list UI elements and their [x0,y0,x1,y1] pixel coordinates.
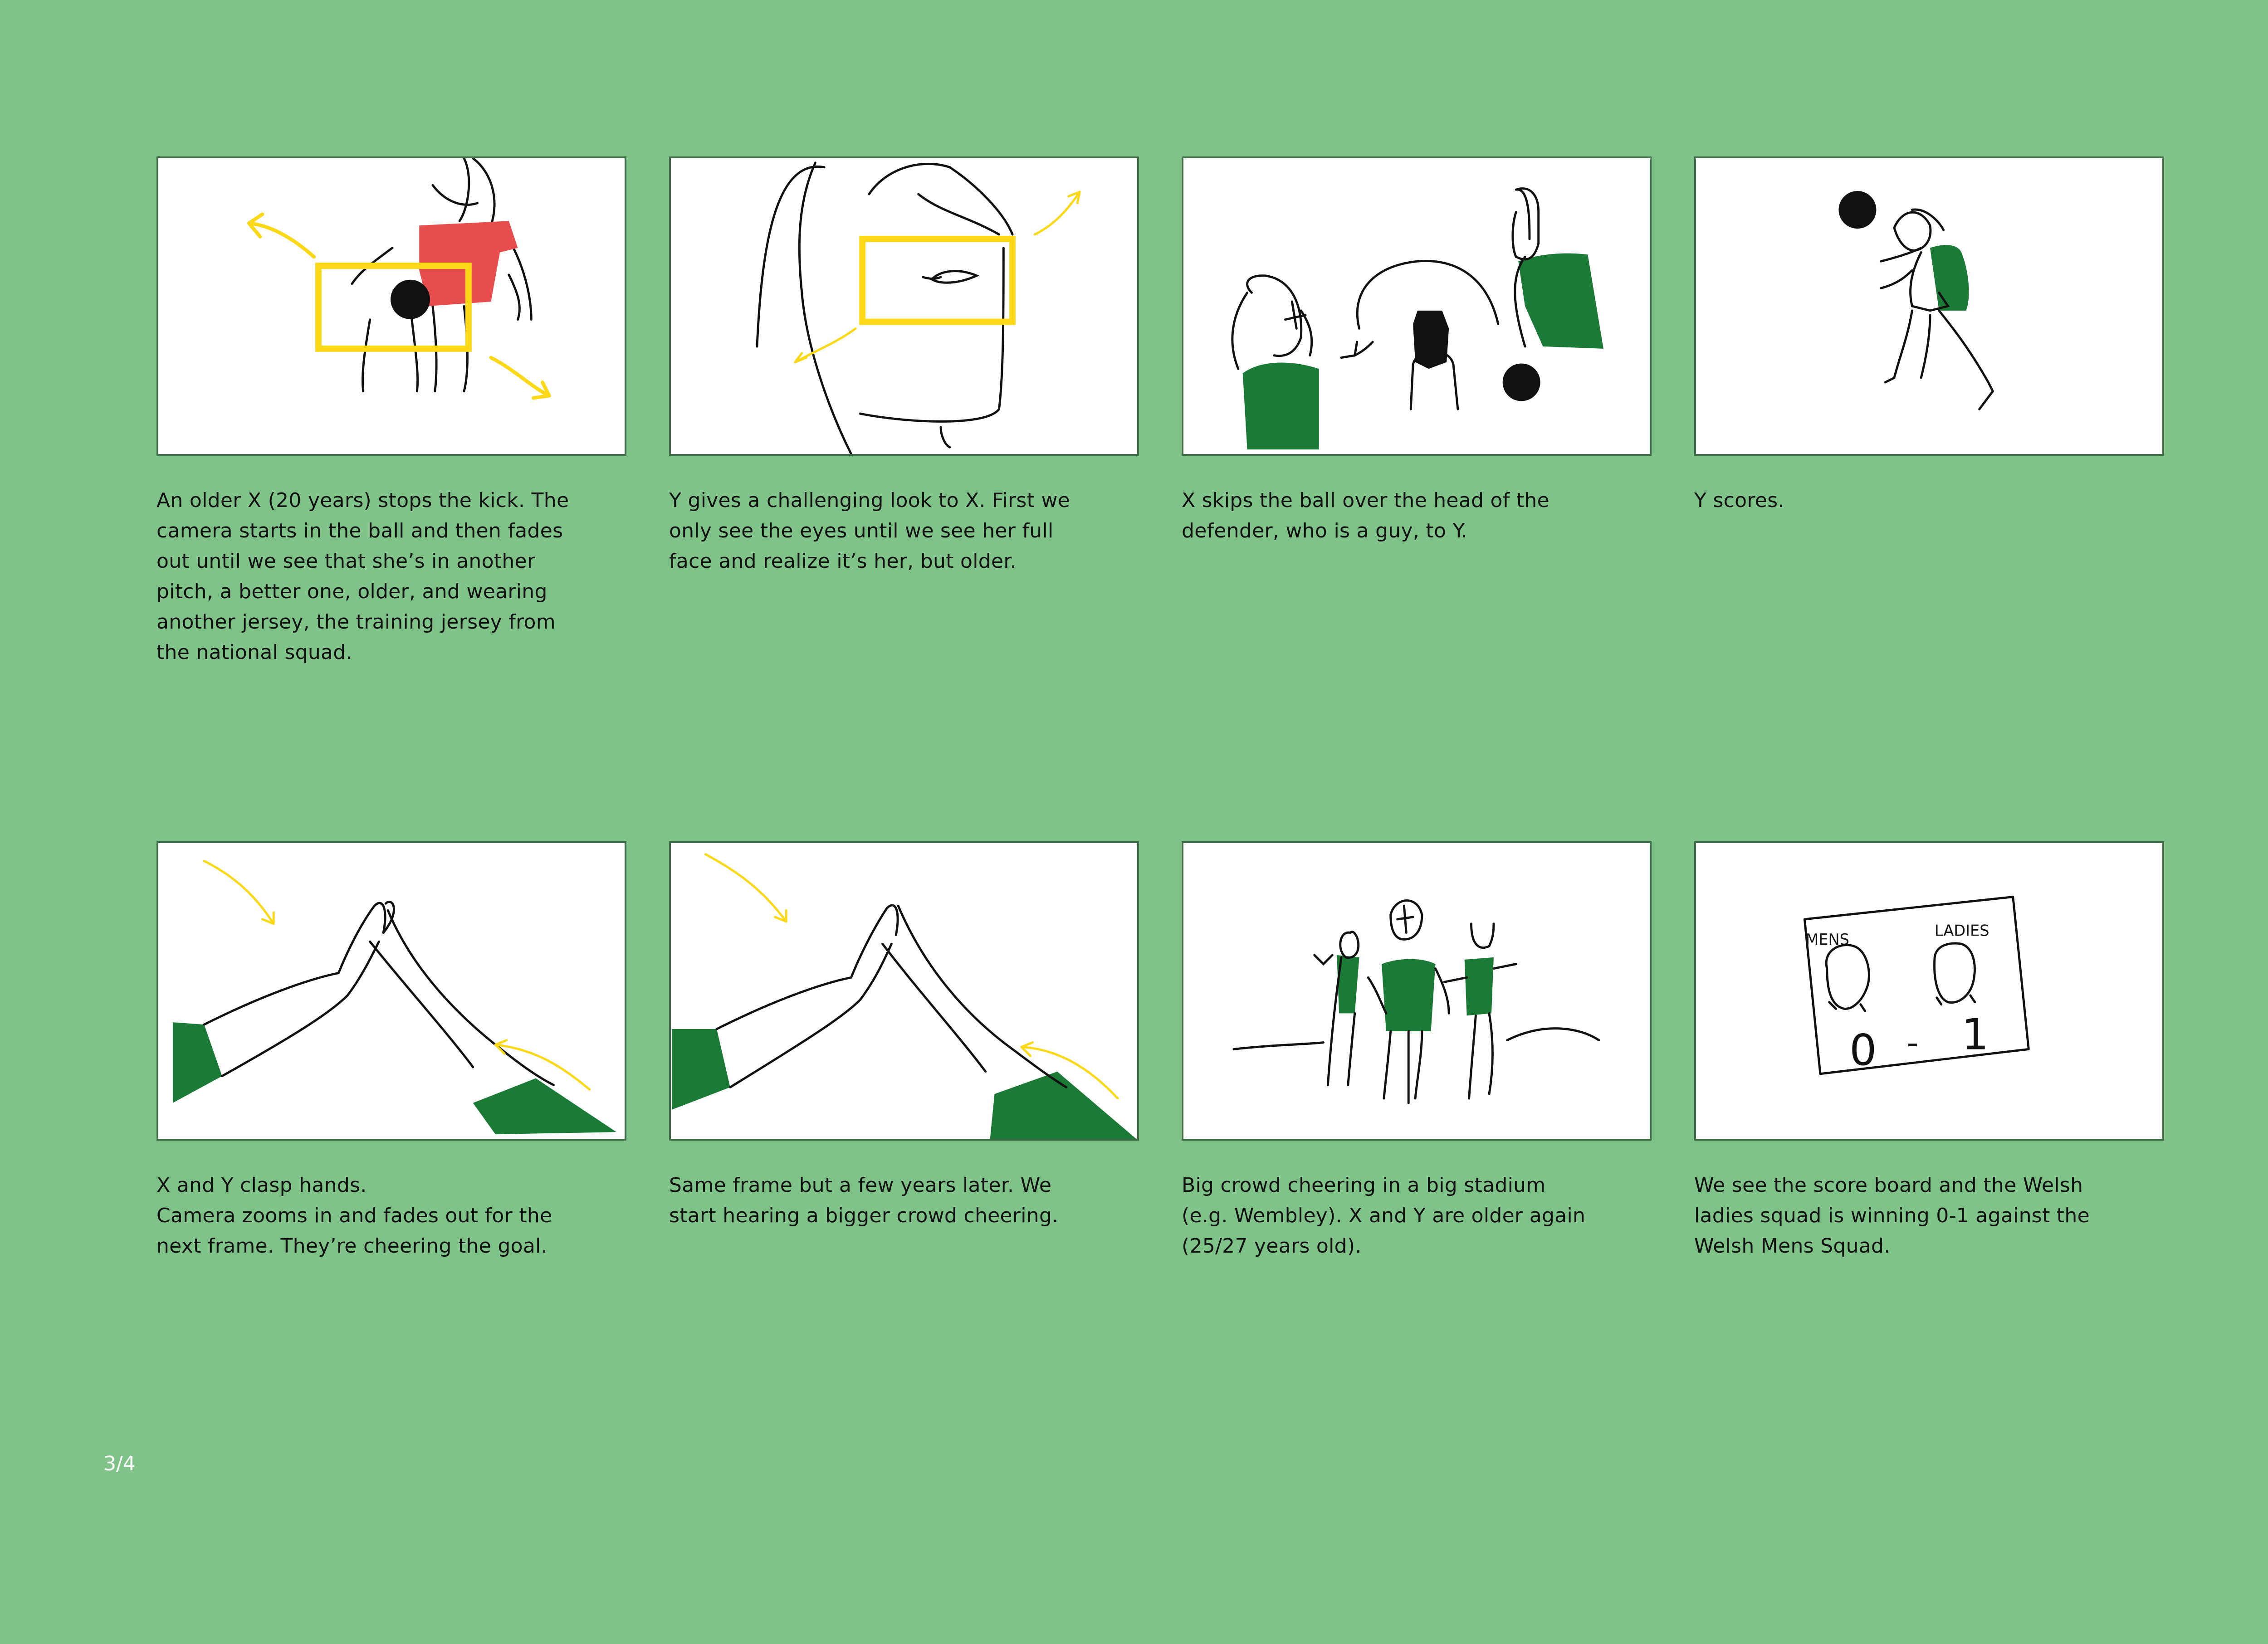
caption-2: Y gives a challenging look to X. First w… [669,489,1070,573]
storyboard-frame-5 [156,841,626,1141]
storyboard-frame-1 [156,156,626,456]
ball [391,279,430,319]
sketch-challenging-look [756,161,1081,454]
scoreboard-mens-label: MENS [1805,931,1849,948]
sketch-goalkeeper-stop [247,158,551,400]
sketch-score [1838,191,1994,410]
storyboard-frame-8: MENS LADIES 0 - 1 [1694,841,2164,1141]
defender-head [1413,310,1449,369]
caption-3: X skips the ball over the head of the de… [1182,489,1549,542]
page-number: 3/4 [103,1452,136,1475]
storyboard-frame-2 [669,156,1139,456]
scoreboard-mens-score: 0 [1849,1025,1877,1075]
caption-6: Same frame but a few years later. We sta… [669,1174,1059,1227]
scoreboard-ladies-score: 1 [1961,1010,1989,1059]
storyboard-frame-6 [669,841,1139,1141]
ball [1502,363,1540,401]
caption-4: Y scores. [1694,489,1784,512]
caption-5: X and Y clasp hands. Camera zooms in and… [156,1174,552,1258]
scoreboard-separator: - [1907,1024,1919,1061]
storyboard-page: { "colors": { "background": "#7fc388", "… [0,0,2268,1644]
sketch-clasp-hands [172,860,616,1135]
storyboard-frame-4 [1694,156,2164,456]
caption-8: We see the score board and the Welsh lad… [1694,1174,2090,1258]
arrow-upleft [247,221,316,259]
storyboard-frame-7 [1182,841,1652,1141]
ball [1838,191,1877,229]
arrow-downright [489,356,551,398]
sketch-skip-ball [1231,187,1603,450]
storyboard-frame-3 [1182,156,1652,456]
caption-7: Big crowd cheering in a big stadium (e.g… [1182,1174,1586,1258]
sketch-crowd-stadium [1232,899,1600,1104]
caption-1: An older X (20 years) stops the kick. Th… [156,489,569,664]
scoreboard-ladies-label: LADIES [1935,922,1989,939]
sketch-scoreboard: MENS LADIES 0 - 1 [1803,896,2030,1075]
eye-focus-box [859,235,1016,325]
sketch-clasp-hands-later [672,853,1136,1139]
